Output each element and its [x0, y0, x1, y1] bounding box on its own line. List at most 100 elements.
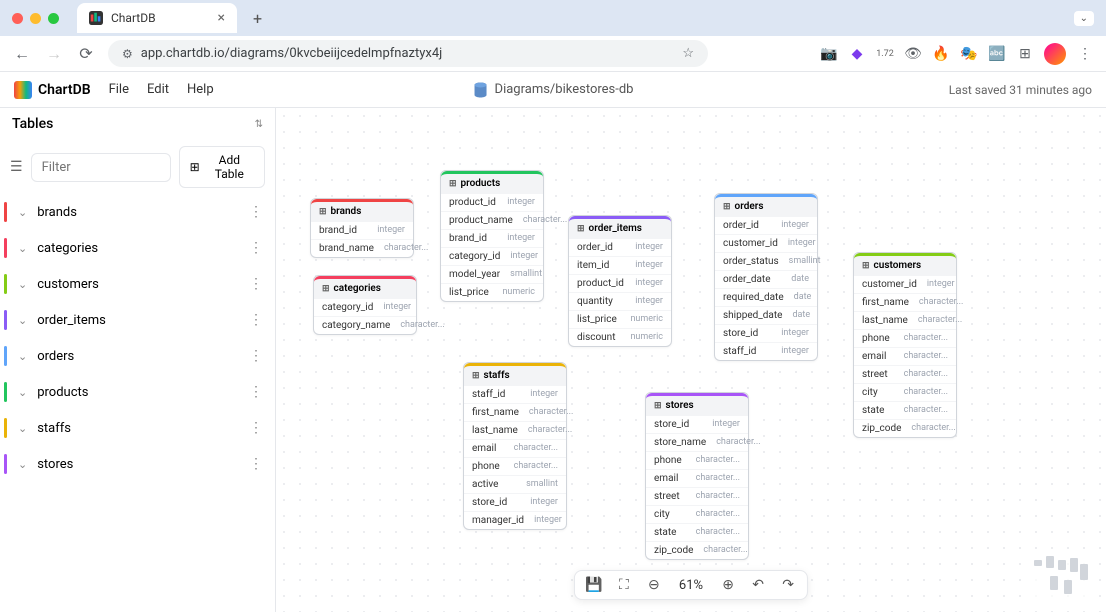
- maximize-window[interactable]: [48, 13, 59, 24]
- extension-icon[interactable]: ◆: [848, 45, 866, 63]
- extension-icon-2[interactable]: 🔥: [932, 45, 950, 63]
- table-column[interactable]: statecharacter...: [854, 401, 956, 419]
- menu-edit[interactable]: Edit: [147, 82, 169, 97]
- table-header[interactable]: ⊞orders: [715, 194, 817, 216]
- table-column[interactable]: zip_codecharacter...: [646, 541, 748, 559]
- breadcrumb[interactable]: Diagrams/bikestores-db: [473, 82, 634, 98]
- sidebar-item-stores[interactable]: ⌄ stores ⋮: [0, 446, 275, 482]
- table-header[interactable]: ⊞order_items: [569, 216, 671, 238]
- table-column[interactable]: emailcharacter...: [464, 439, 566, 457]
- sidebar-item-orders[interactable]: ⌄ orders ⋮: [0, 338, 275, 374]
- zoom-out-icon[interactable]: ⊖: [645, 577, 663, 593]
- table-column[interactable]: store_namecharacter...: [646, 433, 748, 451]
- chevron-down-icon[interactable]: ⌄: [18, 422, 27, 435]
- more-icon[interactable]: ⋮: [249, 348, 263, 364]
- fit-view-icon[interactable]: ⛶: [615, 577, 633, 593]
- close-tab-icon[interactable]: ×: [218, 10, 225, 26]
- table-column[interactable]: category_idinteger: [314, 298, 416, 316]
- close-window[interactable]: [12, 13, 23, 24]
- extension-icon-3[interactable]: 🎭: [960, 45, 978, 63]
- table-column[interactable]: last_namecharacter...: [464, 421, 566, 439]
- table-column[interactable]: streetcharacter...: [646, 487, 748, 505]
- more-icon[interactable]: ⋮: [249, 240, 263, 256]
- back-button[interactable]: ←: [12, 44, 32, 64]
- table-column[interactable]: order_datedate: [715, 270, 817, 288]
- filter-input[interactable]: [31, 153, 171, 182]
- table-column[interactable]: citycharacter...: [646, 505, 748, 523]
- more-icon[interactable]: ⋮: [249, 384, 263, 400]
- table-column[interactable]: store_idinteger: [646, 415, 748, 433]
- sidebar-item-customers[interactable]: ⌄ customers ⋮: [0, 266, 275, 302]
- more-icon[interactable]: ⋮: [249, 276, 263, 292]
- table-column[interactable]: product_idinteger: [441, 193, 543, 211]
- table-column[interactable]: shipped_datedate: [715, 306, 817, 324]
- table-column[interactable]: brand_idinteger: [441, 229, 543, 247]
- sidebar-item-staffs[interactable]: ⌄ staffs ⋮: [0, 410, 275, 446]
- chevron-down-icon[interactable]: ⌄: [18, 314, 27, 327]
- sidebar-item-products[interactable]: ⌄ products ⋮: [0, 374, 275, 410]
- table-column[interactable]: store_idinteger: [715, 324, 817, 342]
- zoom-in-icon[interactable]: ⊕: [719, 577, 737, 593]
- chevron-down-icon[interactable]: ⌄: [18, 242, 27, 255]
- table-column[interactable]: staff_idinteger: [464, 385, 566, 403]
- table-column[interactable]: statecharacter...: [646, 523, 748, 541]
- diagram-table-orders[interactable]: ⊞ordersorder_idintegercustomer_idinteger…: [714, 193, 818, 361]
- table-column[interactable]: phonecharacter...: [646, 451, 748, 469]
- table-header[interactable]: ⊞stores: [646, 393, 748, 415]
- table-column[interactable]: order_idinteger: [715, 216, 817, 234]
- browser-tab[interactable]: ChartDB ×: [77, 3, 237, 33]
- app-logo[interactable]: ChartDB: [14, 81, 91, 99]
- table-column[interactable]: streetcharacter...: [854, 365, 956, 383]
- menu-help[interactable]: Help: [187, 82, 214, 97]
- table-header[interactable]: ⊞staffs: [464, 363, 566, 385]
- diagram-table-brands[interactable]: ⊞brandsbrand_idintegerbrand_namecharacte…: [310, 198, 414, 258]
- sort-icon[interactable]: ⇅: [255, 119, 263, 130]
- table-column[interactable]: customer_idinteger: [715, 234, 817, 252]
- table-column[interactable]: staff_idinteger: [715, 342, 817, 360]
- diagram-table-staffs[interactable]: ⊞staffsstaff_idintegerfirst_namecharacte…: [463, 362, 567, 530]
- sidebar-item-brands[interactable]: ⌄ brands ⋮: [0, 194, 275, 230]
- table-column[interactable]: required_datedate: [715, 288, 817, 306]
- chevron-down-icon[interactable]: ⌄: [18, 278, 27, 291]
- undo-icon[interactable]: ↶: [749, 577, 767, 593]
- add-table-button[interactable]: ⊞ Add Table: [179, 146, 265, 188]
- table-column[interactable]: list_pricenumeric: [441, 283, 543, 301]
- diagram-table-customers[interactable]: ⊞customerscustomer_idintegerfirst_namech…: [853, 252, 957, 438]
- menu-file[interactable]: File: [109, 82, 129, 97]
- sidebar-item-order_items[interactable]: ⌄ order_items ⋮: [0, 302, 275, 338]
- tab-overflow-icon[interactable]: ⌄: [1074, 11, 1094, 26]
- table-column[interactable]: activesmallint: [464, 475, 566, 493]
- table-header[interactable]: ⊞brands: [311, 199, 413, 221]
- extensions-menu-icon[interactable]: ⊞: [1016, 45, 1034, 63]
- table-column[interactable]: emailcharacter...: [854, 347, 956, 365]
- table-column[interactable]: citycharacter...: [854, 383, 956, 401]
- table-column[interactable]: category_namecharacter...: [314, 316, 416, 334]
- table-column[interactable]: store_idinteger: [464, 493, 566, 511]
- table-column[interactable]: customer_idinteger: [854, 275, 956, 293]
- table-column[interactable]: discountnumeric: [569, 328, 671, 346]
- table-column[interactable]: first_namecharacter...: [854, 293, 956, 311]
- more-icon[interactable]: ⋮: [249, 456, 263, 472]
- more-icon[interactable]: ⋮: [249, 312, 263, 328]
- table-column[interactable]: last_namecharacter...: [854, 311, 956, 329]
- reload-button[interactable]: ⟳: [76, 44, 96, 63]
- table-column[interactable]: zip_codecharacter...: [854, 419, 956, 437]
- table-column[interactable]: brand_idinteger: [311, 221, 413, 239]
- table-column[interactable]: product_namecharacter...: [441, 211, 543, 229]
- diagram-table-stores[interactable]: ⊞storesstore_idintegerstore_namecharacte…: [645, 392, 749, 560]
- table-header[interactable]: ⊞categories: [314, 276, 416, 298]
- diagram-table-categories[interactable]: ⊞categoriescategory_idintegercategory_na…: [313, 275, 417, 335]
- table-column[interactable]: model_yearsmallint: [441, 265, 543, 283]
- redo-icon[interactable]: ↷: [779, 577, 797, 593]
- table-column[interactable]: category_idinteger: [441, 247, 543, 265]
- url-input[interactable]: ⚙ app.chartdb.io/diagrams/0kvcbeiijcedel…: [108, 40, 708, 67]
- table-column[interactable]: brand_namecharacter...: [311, 239, 413, 257]
- minimize-window[interactable]: [30, 13, 41, 24]
- chevron-down-icon[interactable]: ⌄: [18, 350, 27, 363]
- diagram-canvas[interactable]: ⊞storesstore_idintegerstore_namecharacte…: [276, 108, 1106, 612]
- minimap[interactable]: [1024, 550, 1094, 600]
- table-column[interactable]: phonecharacter...: [464, 457, 566, 475]
- save-icon[interactable]: 💾: [585, 577, 603, 593]
- table-column[interactable]: list_pricenumeric: [569, 310, 671, 328]
- extension-badge[interactable]: 1.72: [876, 45, 894, 63]
